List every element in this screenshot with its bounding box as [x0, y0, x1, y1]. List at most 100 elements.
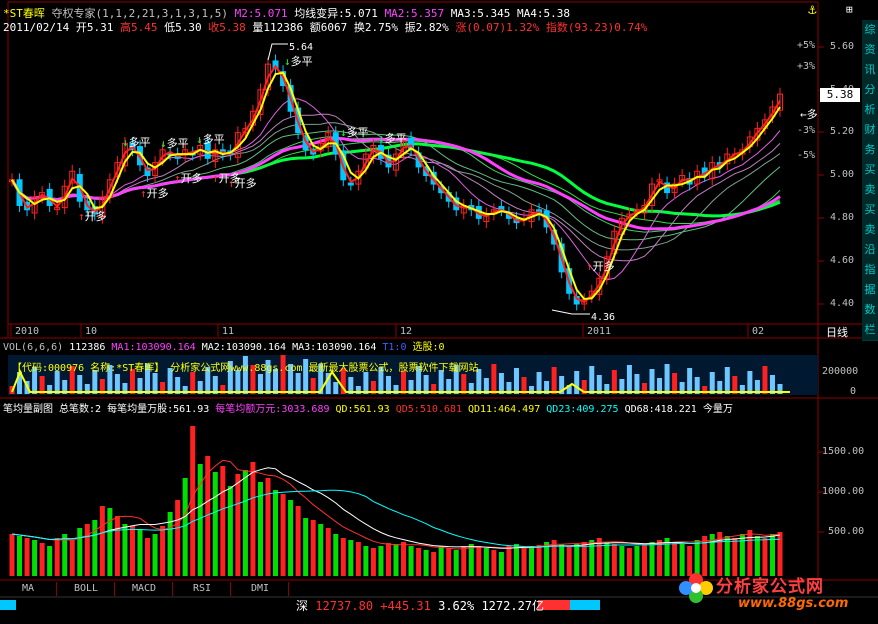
pct-label: -5%	[797, 150, 816, 161]
pen-volume-bar	[393, 544, 399, 576]
volume-bar	[664, 364, 670, 394]
pen-volume-bar	[242, 470, 248, 576]
sidebar-tab[interactable]: 务	[862, 140, 878, 161]
sidebar-tab[interactable]: 沿	[862, 240, 878, 261]
quote-low: 低5.30	[164, 21, 202, 34]
long-open-signal: ↑开多	[140, 187, 169, 200]
sidebar-tab[interactable]: 资	[862, 40, 878, 61]
pen-volume-bar	[137, 530, 143, 576]
sidebar-tab[interactable]: 析	[862, 100, 878, 121]
pen-volume-bar	[438, 546, 444, 576]
pen-volume-bar	[634, 546, 640, 576]
market-label: 深	[296, 599, 309, 613]
tab-dmi[interactable]: DMI	[232, 582, 289, 596]
time-tick-label: 02	[752, 326, 765, 337]
watermark-url: www.88gs.com	[738, 596, 849, 611]
close-signal: ↓多平	[378, 132, 407, 145]
volume-bar	[687, 368, 693, 394]
pen-volume-bar	[453, 550, 459, 576]
pen-volume-bar	[220, 466, 226, 576]
pen-qd68: QD68:418.221	[624, 404, 697, 415]
sidebar-tab[interactable]: 买	[862, 200, 878, 221]
pen-volume-bar	[32, 540, 38, 576]
sidebar-tab[interactable]: 卖	[862, 180, 878, 201]
pen-volume-bar	[333, 534, 339, 576]
signal-label: 开多	[234, 177, 257, 190]
quote-change: 涨(0.07)1.32%	[455, 21, 540, 34]
pen-volume-bar	[129, 526, 135, 576]
chart-canvas[interactable]	[0, 0, 878, 624]
vol-ma3: MA3:103090.164	[292, 342, 377, 353]
up-arrow-icon: ↑	[228, 177, 235, 190]
quote-amplitude: 振2.82%	[404, 21, 449, 34]
status-bar: 深 12737.80 +445.31 3.62% 1272.27亿	[296, 600, 544, 613]
volume-bar	[672, 373, 678, 394]
close-signal: ↓多平	[284, 55, 313, 68]
sidebar-tab[interactable]: 指	[862, 260, 878, 281]
pen-volume-bar	[506, 546, 512, 576]
pen-volume-bar	[566, 546, 572, 576]
sidebar-tab[interactable]: 财	[862, 120, 878, 141]
ma2-value: MA2:5.357	[384, 7, 445, 20]
sidebar-tab[interactable]: 分	[862, 80, 878, 101]
sidebar-tab[interactable]: 栏	[862, 320, 878, 341]
long-open-signal: ↑开多	[78, 210, 107, 223]
sidebar-tab[interactable]: 买	[862, 160, 878, 181]
signal-label: 多平	[202, 133, 225, 146]
sidebar-tab[interactable]: 综	[862, 20, 878, 41]
volume-bar	[626, 365, 632, 394]
tab-boll[interactable]: BOLL	[58, 582, 115, 596]
price-tick-label: 5.20	[830, 126, 855, 137]
pen-volume-bar	[69, 540, 75, 576]
tab-rsi[interactable]: RSI	[174, 582, 231, 596]
volume-header: VOL(6,6,6) 112386 MA1:103090.164 MA2:103…	[3, 341, 445, 354]
long-open-signal: ↑开多	[228, 177, 257, 190]
time-tick-label: 2010	[15, 326, 40, 337]
pen-axis-1500: 1500.00	[822, 446, 865, 457]
vol-t1: T1:0	[382, 342, 407, 353]
up-arrow-icon: ↑	[586, 260, 593, 273]
quote-turnover: 换2.75%	[353, 21, 398, 34]
pen-volume-bar	[769, 534, 775, 576]
pen-qd11: QD11:464.497	[468, 404, 541, 415]
pen-volume-bar	[777, 532, 783, 576]
sidebar-tab[interactable]: 据	[862, 280, 878, 301]
sidebar-tab[interactable]: 讯	[862, 60, 878, 81]
pin-icon[interactable]: ⊞	[846, 3, 860, 17]
tab-ma[interactable]: MA	[0, 582, 57, 596]
sidebar-tab[interactable]: 卖	[862, 220, 878, 241]
price-panel-frame	[7, 1, 819, 339]
volume-bar	[709, 372, 715, 394]
anchor-icon[interactable]: ⚓	[808, 3, 822, 17]
volume-bar	[295, 373, 301, 394]
pen-volume-bar	[295, 506, 301, 576]
pen-volume-bar	[483, 548, 489, 576]
price-tick-label: 5.60	[830, 41, 855, 52]
pen-axis-1000: 1000.00	[822, 486, 865, 497]
pen-volume-bar	[107, 508, 113, 576]
volume-bar	[747, 371, 753, 394]
quote-index: 指数(93.23)0.74%	[545, 21, 648, 34]
long-open-signal: ↑开多	[174, 172, 203, 185]
pen-volume-bar	[280, 494, 286, 576]
pen-volume-bar	[160, 526, 166, 576]
pen-volume-bar	[212, 472, 218, 576]
pen-volume-bar	[363, 546, 369, 576]
signal-label: 多平	[346, 126, 369, 139]
time-tick-label: 2011	[587, 326, 612, 337]
tab-macd[interactable]: MACD	[116, 582, 173, 596]
pen-avg-shares: 每笔均量万股:561.93	[107, 404, 210, 415]
fast-line-yellow	[11, 71, 781, 301]
pen-volume-bar	[122, 524, 128, 576]
pen-volume-bar	[175, 500, 181, 576]
sidebar-tab[interactable]: 数	[862, 300, 878, 321]
pen-today: 今量万	[702, 404, 733, 415]
market-index: 12737.80	[315, 599, 374, 613]
volume-bar	[333, 382, 339, 394]
pen-count: 总笔数:2	[59, 404, 102, 415]
pen-volume-bar	[385, 543, 391, 576]
quote-close: 收5.38	[208, 21, 246, 34]
volume-bar	[649, 369, 655, 394]
pen-volume-bar	[762, 538, 768, 576]
market-turnover: 1272.27亿	[481, 599, 545, 613]
